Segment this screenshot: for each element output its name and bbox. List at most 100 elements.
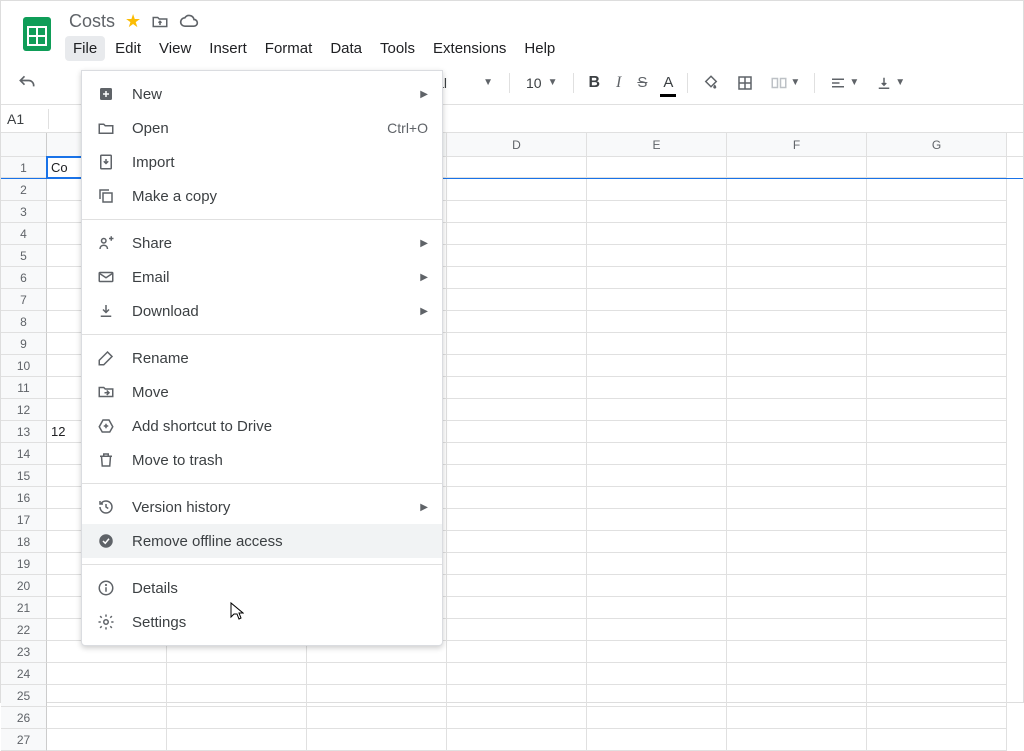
cell[interactable]	[867, 377, 1007, 399]
row-header[interactable]: 4	[1, 223, 47, 245]
cell[interactable]	[867, 333, 1007, 355]
move-folder-icon[interactable]	[151, 13, 169, 31]
cell[interactable]	[867, 707, 1007, 729]
row-header[interactable]: 24	[1, 663, 47, 685]
cell[interactable]	[727, 157, 867, 178]
cell[interactable]	[727, 663, 867, 685]
menu-item-import[interactable]: Import	[82, 145, 442, 179]
cell[interactable]	[727, 531, 867, 553]
cell[interactable]	[727, 465, 867, 487]
cell[interactable]	[867, 575, 1007, 597]
cell[interactable]	[587, 575, 727, 597]
cell[interactable]	[47, 663, 167, 685]
cell[interactable]	[587, 223, 727, 245]
cell[interactable]	[307, 707, 447, 729]
horizontal-align-button[interactable]: ▼	[823, 70, 865, 96]
row-header[interactable]: 17	[1, 509, 47, 531]
cloud-status-icon[interactable]	[179, 12, 199, 32]
cell[interactable]	[727, 355, 867, 377]
menu-item-settings[interactable]: Settings	[82, 605, 442, 639]
cell[interactable]	[447, 377, 587, 399]
cell[interactable]	[447, 487, 587, 509]
cell[interactable]	[587, 729, 727, 751]
cell[interactable]	[727, 553, 867, 575]
cell[interactable]	[587, 355, 727, 377]
row-header[interactable]: 2	[1, 179, 47, 201]
cell[interactable]	[867, 619, 1007, 641]
cell[interactable]	[587, 377, 727, 399]
row-header[interactable]: 12	[1, 399, 47, 421]
cell[interactable]	[447, 267, 587, 289]
cell[interactable]	[727, 399, 867, 421]
strikethrough-button[interactable]: S	[631, 70, 653, 95]
row-header[interactable]: 26	[1, 707, 47, 729]
row-header[interactable]: 20	[1, 575, 47, 597]
menu-item-open[interactable]: Open Ctrl+O	[82, 111, 442, 145]
cell[interactable]	[587, 509, 727, 531]
cell[interactable]	[727, 597, 867, 619]
cell[interactable]	[307, 663, 447, 685]
cell[interactable]	[447, 707, 587, 729]
cell[interactable]	[727, 707, 867, 729]
cell[interactable]	[727, 641, 867, 663]
borders-button[interactable]	[730, 70, 760, 96]
cell[interactable]	[727, 685, 867, 707]
cell[interactable]	[727, 179, 867, 201]
cell[interactable]	[447, 399, 587, 421]
vertical-align-button[interactable]: ▼	[869, 70, 911, 96]
cell[interactable]	[587, 619, 727, 641]
cell[interactable]	[447, 465, 587, 487]
cell[interactable]	[587, 443, 727, 465]
menu-help[interactable]: Help	[516, 36, 563, 61]
column-header[interactable]: G	[867, 133, 1007, 156]
cell[interactable]	[867, 223, 1007, 245]
cell[interactable]	[447, 311, 587, 333]
select-all-corner[interactable]	[1, 133, 47, 156]
cell[interactable]	[727, 487, 867, 509]
cell[interactable]	[447, 223, 587, 245]
cell[interactable]	[447, 245, 587, 267]
cell[interactable]	[727, 421, 867, 443]
cell[interactable]	[587, 553, 727, 575]
cell[interactable]	[587, 157, 727, 178]
cell[interactable]	[867, 399, 1007, 421]
menu-view[interactable]: View	[151, 36, 199, 61]
cell[interactable]	[447, 509, 587, 531]
row-header[interactable]: 21	[1, 597, 47, 619]
cell[interactable]	[867, 465, 1007, 487]
cell[interactable]	[727, 377, 867, 399]
menu-item-add-shortcut[interactable]: Add shortcut to Drive	[82, 409, 442, 443]
menu-item-share[interactable]: Share ▶	[82, 226, 442, 260]
cell[interactable]	[867, 421, 1007, 443]
cell[interactable]	[447, 729, 587, 751]
menu-item-remove-offline[interactable]: Remove offline access	[82, 524, 442, 558]
cell[interactable]	[867, 641, 1007, 663]
cell[interactable]	[587, 245, 727, 267]
cell[interactable]	[447, 355, 587, 377]
row-header[interactable]: 23	[1, 641, 47, 663]
row-header[interactable]: 10	[1, 355, 47, 377]
row-header[interactable]: 18	[1, 531, 47, 553]
cell[interactable]	[167, 707, 307, 729]
cell[interactable]	[867, 531, 1007, 553]
cell[interactable]	[727, 509, 867, 531]
cell[interactable]	[867, 355, 1007, 377]
fill-color-button[interactable]	[696, 70, 726, 96]
star-icon[interactable]: ★	[125, 11, 141, 32]
cell[interactable]	[867, 597, 1007, 619]
cell[interactable]	[867, 729, 1007, 751]
cell[interactable]	[167, 685, 307, 707]
cell[interactable]	[727, 619, 867, 641]
row-header[interactable]: 25	[1, 685, 47, 707]
cell[interactable]	[587, 421, 727, 443]
cell[interactable]	[867, 201, 1007, 223]
cell[interactable]	[587, 465, 727, 487]
menu-item-trash[interactable]: Move to trash	[82, 443, 442, 477]
cell[interactable]	[47, 707, 167, 729]
menu-item-details[interactable]: Details	[82, 571, 442, 605]
cell[interactable]	[867, 179, 1007, 201]
sheets-logo-icon[interactable]	[17, 13, 57, 53]
row-header[interactable]: 15	[1, 465, 47, 487]
merge-cells-button[interactable]: ▼	[764, 70, 806, 96]
cell[interactable]	[447, 575, 587, 597]
